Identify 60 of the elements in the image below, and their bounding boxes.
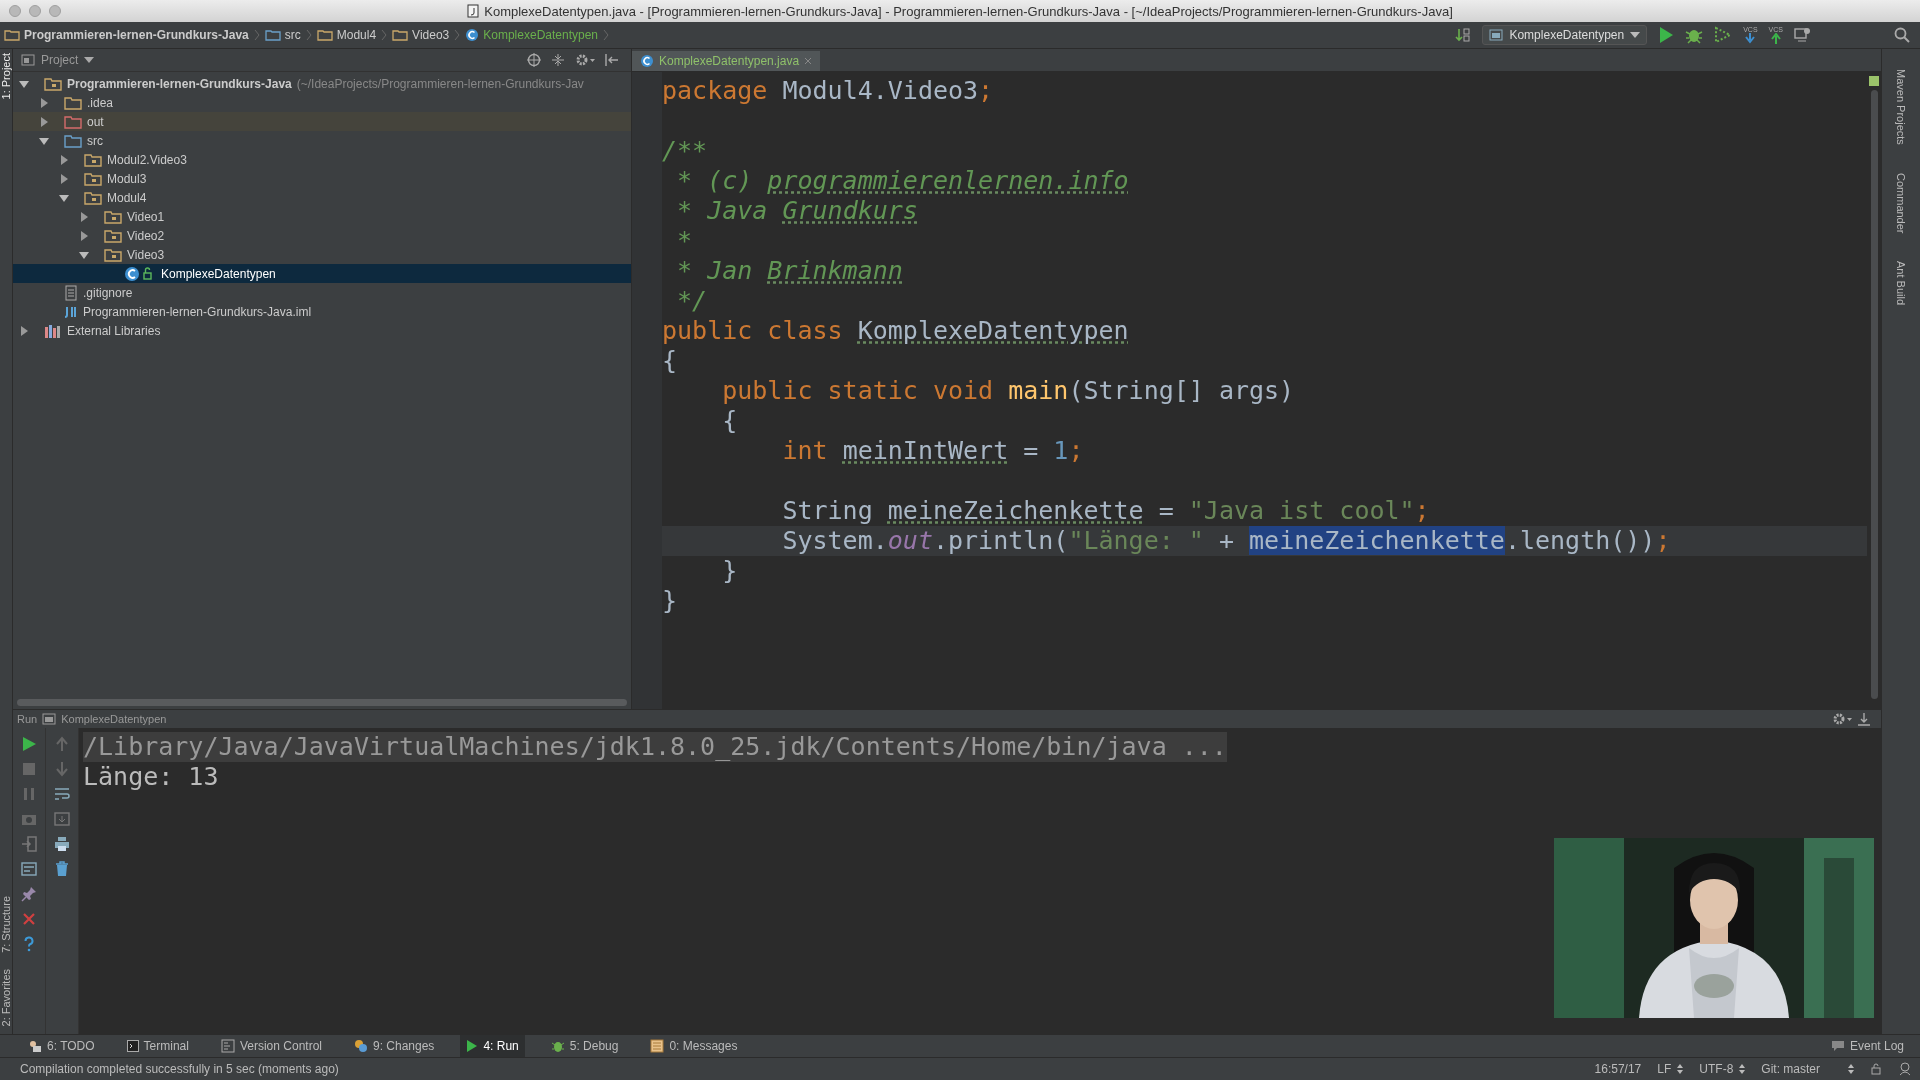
- commander-tool-tab[interactable]: Commander: [1895, 172, 1907, 234]
- code-line: /**: [662, 136, 709, 166]
- tree-item[interactable]: Modul2.Video3: [13, 150, 631, 169]
- breadcrumb[interactable]: Programmieren-lernen-Grundkurs-Java: [4, 28, 249, 42]
- console-line: Länge: 13: [83, 762, 220, 792]
- maven-tool-tab[interactable]: Maven Projects: [1895, 69, 1907, 145]
- code-line: public static void main(String[] args): [721, 376, 1296, 406]
- code-line: * (c) programmierenlernen.info: [676, 166, 1130, 196]
- code-line: {: [721, 406, 739, 436]
- caret-position[interactable]: 16:57/17: [1594, 1062, 1642, 1076]
- code-line: */: [676, 286, 709, 316]
- breadcrumb[interactable]: src: [264, 28, 301, 42]
- structure-tool-tab[interactable]: 7: Structure: [0, 895, 12, 953]
- ant-build-tool-tab[interactable]: Ant Build: [1895, 261, 1907, 306]
- run-configuration-dropdown[interactable]: KomplexeDatentypen: [1482, 25, 1648, 45]
- tool-window-button[interactable]: 4: Run: [460, 1035, 525, 1057]
- tool-window-button[interactable]: 5: Debug: [544, 1035, 625, 1057]
- line-separator-selector[interactable]: LF: [1657, 1062, 1684, 1076]
- tree-item[interactable]: Video3: [13, 245, 631, 264]
- breadcrumb[interactable]: Modul4: [316, 28, 377, 42]
- tree-item[interactable]: External Libraries: [13, 321, 631, 340]
- code-line: public class KomplexeDatentypen: [662, 316, 1130, 346]
- tool-window-button[interactable]: Version Control: [214, 1035, 328, 1057]
- code-line: * Jan Brinkmann: [676, 256, 904, 286]
- tool-window-button[interactable]: 6: TODO: [22, 1035, 101, 1057]
- code-line: String meineZeichenkette = "Java ist cool";: [781, 496, 1431, 526]
- tree-item[interactable]: src: [13, 131, 631, 150]
- code-line: * Java Grundkurs: [676, 196, 919, 226]
- tree-item[interactable]: Modul4: [13, 188, 631, 207]
- tree-item[interactable]: Programmieren-lernen-Grundkurs-Java (~/IdeaProjects/Programmieren-lernen-Grundkurs-Jav: [13, 74, 631, 93]
- tree-item[interactable]: Modul3: [13, 169, 631, 188]
- window-title: KomplexeDatentypen.java - [Programmieren-lernen-Grundkurs-Java] - Programmieren-lernen-Grundkurs-Java - [~/IdeaProjects/Programmieren-lernen-Grundkurs-Java]: [484, 3, 1453, 19]
- tool-window-button[interactable]: 9: Changes: [348, 1035, 441, 1057]
- project-view-dropdown[interactable]: Project: [21, 53, 129, 67]
- favorites-tool-tab[interactable]: 2: Favorites: [0, 968, 12, 1026]
- code-line: }: [721, 556, 739, 586]
- event-log-button[interactable]: Event Log: [1824, 1035, 1910, 1057]
- run-tab[interactable]: KomplexeDatentypen: [42, 713, 167, 725]
- status-message: Compilation completed successfully in 5 sec (moments ago): [20, 1062, 339, 1076]
- breadcrumb[interactable]: KomplexeDatentypen: [465, 28, 598, 42]
- tool-window-button[interactable]: 0: Messages: [644, 1035, 744, 1057]
- git-branch-selector[interactable]: Git: master: [1761, 1062, 1854, 1076]
- code-line: int meinIntWert = 1;: [781, 436, 1085, 466]
- code-line: *: [676, 226, 694, 256]
- code-line: }: [662, 586, 679, 616]
- editor-tab[interactable]: KomplexeDatentypen.java: [632, 51, 821, 71]
- tree-item[interactable]: out: [13, 112, 631, 131]
- tree-item[interactable]: Programmieren-lernen-Grundkurs-Java.iml: [13, 302, 631, 321]
- breadcrumb[interactable]: Video3: [392, 28, 450, 42]
- tool-window-button[interactable]: Terminal: [120, 1035, 195, 1057]
- tree-item[interactable]: .gitignore: [13, 283, 631, 302]
- run-panel-title: Run: [17, 713, 38, 725]
- encoding-selector[interactable]: UTF-8: [1699, 1062, 1746, 1076]
- tree-item[interactable]: Video1: [13, 207, 631, 226]
- tree-item[interactable]: Video2: [13, 226, 631, 245]
- tree-item[interactable]: .idea: [13, 93, 631, 112]
- code-line: {: [662, 346, 679, 376]
- project-tool-tab[interactable]: 1: Project: [0, 53, 12, 100]
- tree-item[interactable]: KomplexeDatentypen: [13, 264, 631, 283]
- code-line: package Modul4.Video3;: [662, 76, 995, 106]
